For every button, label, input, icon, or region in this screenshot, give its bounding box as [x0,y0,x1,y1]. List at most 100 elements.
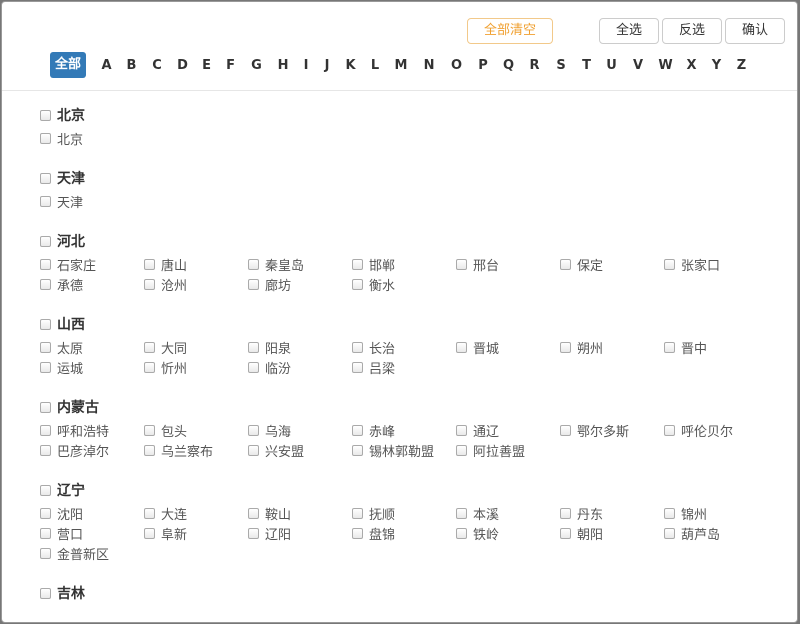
letter-filter-j[interactable]: J [316,58,338,73]
letter-filter-v[interactable]: V [624,58,652,73]
city-checkbox[interactable]: 朔州 [560,337,664,357]
city-checkbox[interactable]: 通辽 [456,420,560,440]
city-checkbox[interactable]: 呼和浩特 [40,420,144,440]
checkbox-icon[interactable] [144,361,155,373]
checkbox-icon[interactable] [352,341,363,353]
province-checkbox[interactable]: 辽宁 [40,477,787,503]
letter-filter-z[interactable]: Z [729,58,754,73]
checkbox-icon[interactable] [664,341,675,353]
checkbox-icon[interactable] [352,444,363,456]
checkbox-icon[interactable] [40,361,51,373]
city-checkbox[interactable]: 沈阳 [40,503,144,523]
checkbox-icon[interactable] [352,507,363,519]
city-checkbox[interactable]: 营口 [40,523,144,543]
checkbox-icon[interactable] [248,424,259,436]
letter-filter-p[interactable]: P [470,58,496,73]
letter-filter-m[interactable]: M [387,58,415,73]
city-checkbox[interactable]: 鞍山 [248,503,352,523]
letter-filter-all[interactable]: 全部 [50,52,87,78]
city-checkbox[interactable]: 阿拉善盟 [456,440,560,460]
letter-filter-k[interactable]: K [338,58,363,73]
checkbox-icon[interactable] [248,361,259,373]
letter-filter-u[interactable]: U [599,58,624,73]
letter-filter-t[interactable]: T [574,58,599,73]
checkbox-icon[interactable] [144,278,155,290]
city-checkbox[interactable]: 晋城 [456,337,560,357]
letter-filter-b[interactable]: B [119,58,144,73]
letter-filter-a[interactable]: A [94,58,119,73]
checkbox-icon[interactable] [40,507,51,519]
city-checkbox[interactable]: 铁岭 [456,523,560,543]
checkbox-icon[interactable] [40,132,51,144]
city-checkbox[interactable]: 北京 [40,128,144,148]
checkbox-icon[interactable] [560,527,571,539]
province-checkbox[interactable]: 吉林 [40,580,787,606]
checkbox-icon[interactable] [40,109,51,121]
city-checkbox[interactable]: 邯郸 [352,254,456,274]
city-checkbox[interactable]: 运城 [40,357,144,377]
letter-filter-g[interactable]: G [243,58,270,73]
select-all-button[interactable]: 全选 [599,18,659,44]
city-checkbox[interactable]: 葫芦岛 [664,523,768,543]
city-checkbox[interactable]: 长治 [352,337,456,357]
checkbox-icon[interactable] [352,424,363,436]
city-checkbox[interactable]: 阳泉 [248,337,352,357]
city-checkbox[interactable]: 石家庄 [40,254,144,274]
province-checkbox[interactable]: 内蒙古 [40,394,787,420]
checkbox-icon[interactable] [40,278,51,290]
checkbox-icon[interactable] [248,278,259,290]
letter-filter-s[interactable]: S [548,58,574,73]
city-checkbox[interactable]: 张家口 [664,254,768,274]
letter-filter-e[interactable]: E [195,58,218,73]
city-checkbox[interactable]: 晋中 [664,337,768,357]
checkbox-icon[interactable] [40,587,51,599]
city-checkbox[interactable]: 忻州 [144,357,248,377]
city-checkbox[interactable]: 保定 [560,254,664,274]
province-checkbox[interactable]: 天津 [40,165,787,191]
checkbox-icon[interactable] [40,341,51,353]
letter-filter-i[interactable]: I [296,58,316,73]
city-checkbox[interactable]: 吕梁 [352,357,456,377]
checkbox-icon[interactable] [40,318,51,330]
city-checkbox[interactable]: 天津 [40,191,144,211]
checkbox-icon[interactable] [144,444,155,456]
checkbox-icon[interactable] [456,507,467,519]
province-checkbox[interactable]: 北京 [40,102,787,128]
checkbox-icon[interactable] [248,527,259,539]
city-checkbox[interactable]: 阜新 [144,523,248,543]
checkbox-icon[interactable] [40,401,51,413]
checkbox-icon[interactable] [248,258,259,270]
city-checkbox[interactable]: 大连 [144,503,248,523]
letter-filter-w[interactable]: W [652,58,679,73]
letter-filter-y[interactable]: Y [704,58,729,73]
city-checkbox[interactable]: 抚顺 [352,503,456,523]
checkbox-icon[interactable] [40,235,51,247]
invert-selection-button[interactable]: 反选 [662,18,722,44]
checkbox-icon[interactable] [40,424,51,436]
city-checkbox[interactable]: 秦皇岛 [248,254,352,274]
checkbox-icon[interactable] [456,258,467,270]
city-checkbox[interactable]: 朝阳 [560,523,664,543]
clear-all-button[interactable]: 全部清空 [467,18,553,44]
city-checkbox[interactable]: 兴安盟 [248,440,352,460]
letter-filter-n[interactable]: N [415,58,443,73]
province-checkbox[interactable]: 山西 [40,311,787,337]
checkbox-icon[interactable] [560,424,571,436]
checkbox-icon[interactable] [664,258,675,270]
city-checkbox[interactable]: 辽阳 [248,523,352,543]
checkbox-icon[interactable] [352,527,363,539]
letter-filter-h[interactable]: H [270,58,296,73]
checkbox-icon[interactable] [144,341,155,353]
city-checkbox[interactable]: 太原 [40,337,144,357]
checkbox-icon[interactable] [664,527,675,539]
city-checkbox[interactable]: 包头 [144,420,248,440]
letter-filter-x[interactable]: X [679,58,704,73]
checkbox-icon[interactable] [144,258,155,270]
city-checkbox[interactable]: 乌海 [248,420,352,440]
checkbox-icon[interactable] [352,361,363,373]
checkbox-icon[interactable] [560,258,571,270]
checkbox-icon[interactable] [40,527,51,539]
city-checkbox[interactable]: 鄂尔多斯 [560,420,664,440]
checkbox-icon[interactable] [248,507,259,519]
city-checkbox[interactable]: 衡水 [352,274,456,294]
